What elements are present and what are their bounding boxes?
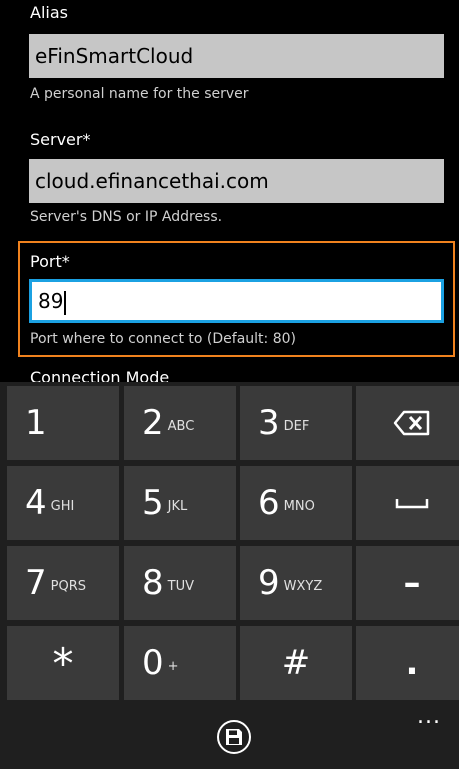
port-value: 89 [38,289,64,313]
key-8[interactable]: 8 TUV [124,546,236,620]
key-symbol: # [281,643,311,683]
alias-input[interactable]: eFinSmartCloud [29,34,444,78]
server-hint: Server's DNS or IP Address. [30,209,223,225]
save-button[interactable] [217,720,251,754]
dash-key[interactable]: – [356,546,459,620]
dot-key[interactable]: . [356,626,459,700]
port-input[interactable]: 89 [29,279,444,323]
key-digit: 2 [142,403,164,443]
alias-label: Alias [30,3,68,22]
server-input[interactable]: cloud.efinancethai.com [29,159,444,203]
numeric-keypad: 1 2 ABC 3 DEF 4 GHI 5 JKL 6 MNO 7 PQRS 8 [0,382,459,704]
key-4[interactable]: 4 GHI [7,466,119,540]
space-icon [395,499,429,509]
port-label: Port* [30,252,70,271]
key-letters: + [167,658,179,674]
key-digit: 1 [25,403,47,443]
key-1[interactable]: 1 [7,386,119,460]
key-letters: GHI [50,498,75,514]
more-options-icon[interactable]: ... [417,704,441,729]
key-letters: TUV [167,578,194,594]
port-hint: Port where to connect to (Default: 80) [30,331,296,347]
app-bar: ... [0,704,459,769]
key-3[interactable]: 3 DEF [240,386,352,460]
key-2[interactable]: 2 ABC [124,386,236,460]
key-5[interactable]: 5 JKL [124,466,236,540]
alias-hint: A personal name for the server [30,86,249,102]
key-digit: 0 [142,643,164,683]
key-digit: 4 [25,483,47,523]
text-caret [64,290,67,315]
key-letters: JKL [167,498,188,514]
key-digit: 9 [258,563,280,603]
server-form: Alias eFinSmartCloud A personal name for… [0,0,459,382]
server-label: Server* [30,130,91,149]
key-symbol: – [403,563,421,603]
floppy-disk-icon [226,729,242,745]
key-symbol: . [405,643,419,683]
key-digit: 3 [258,403,280,443]
key-letters: WXYZ [283,578,323,594]
key-0[interactable]: 0 + [124,626,236,700]
hash-key[interactable]: # [240,626,352,700]
key-symbol: * [52,638,74,688]
connection-mode-label: Connection Mode [30,368,170,382]
key-letters: PQRS [50,578,86,594]
star-key[interactable]: * [7,626,119,700]
key-digit: 5 [142,483,164,523]
key-letters: DEF [283,418,310,434]
key-digit: 6 [258,483,280,523]
key-6[interactable]: 6 MNO [240,466,352,540]
key-letters: ABC [167,418,195,434]
backspace-key[interactable] [356,386,459,460]
key-digit: 7 [25,563,47,603]
key-letters: MNO [283,498,315,514]
key-9[interactable]: 9 WXYZ [240,546,352,620]
backspace-icon [393,410,430,436]
key-digit: 8 [142,563,164,603]
key-7[interactable]: 7 PQRS [7,546,119,620]
space-key[interactable] [356,466,459,540]
